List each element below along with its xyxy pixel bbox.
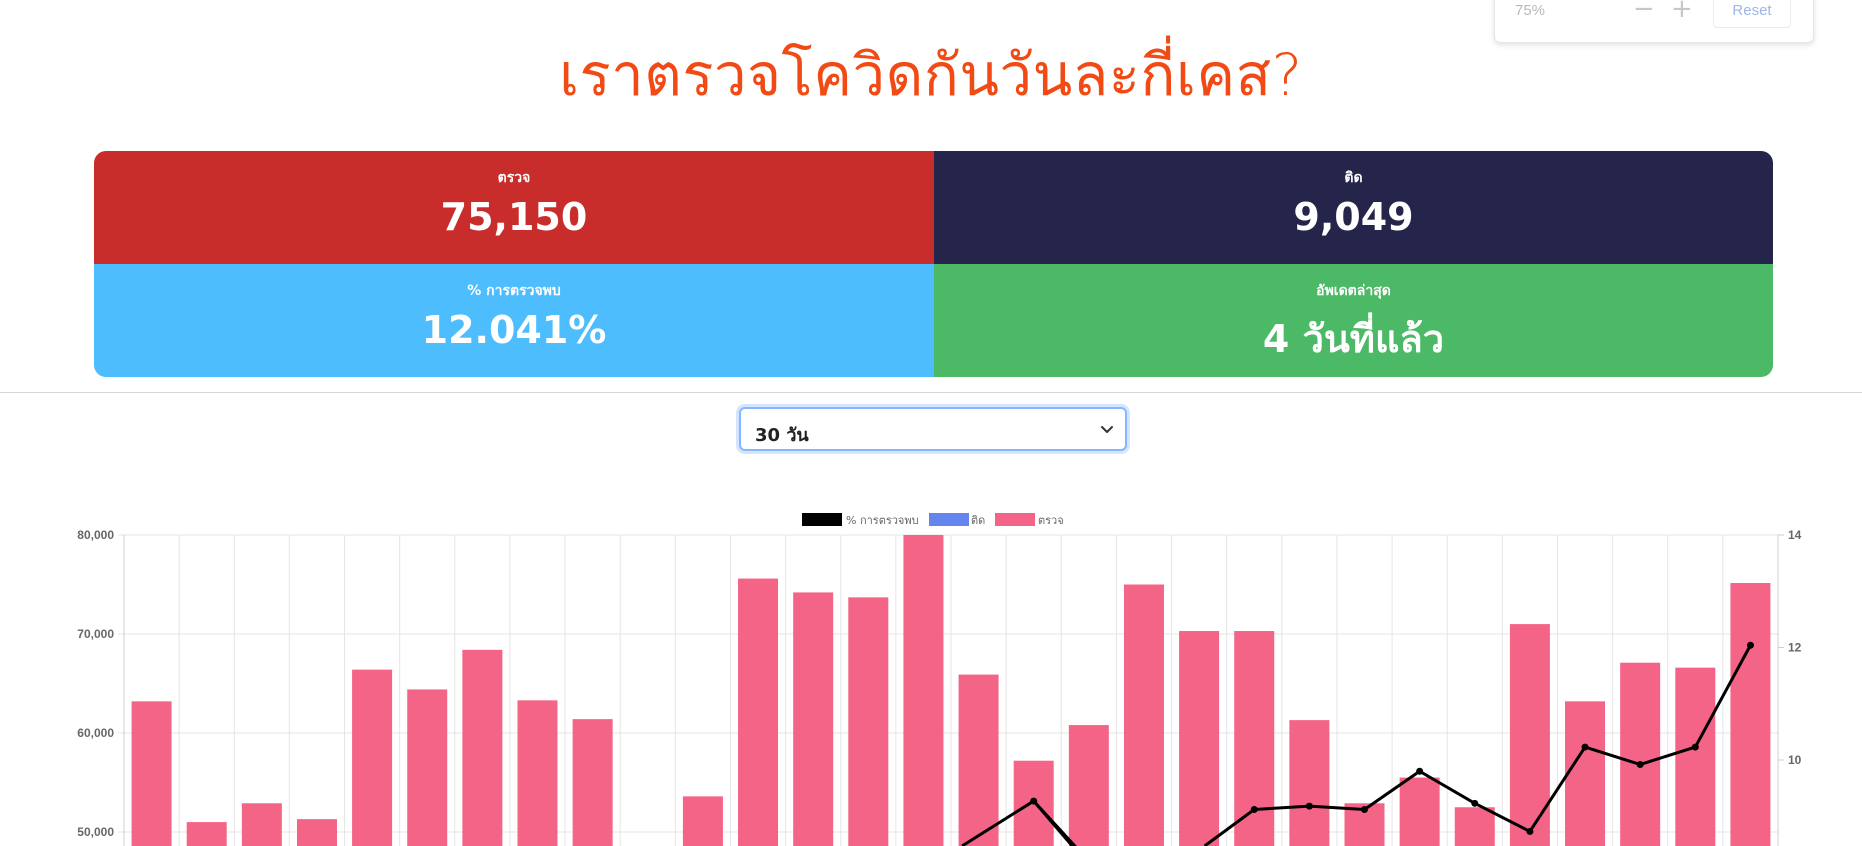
point-positive-rate — [1416, 767, 1424, 775]
zoom-level: 75% — [1515, 2, 1546, 19]
bar-tested — [1454, 807, 1495, 846]
y-axis-left: 80,000 70,000 60,000 50,000 — [77, 528, 114, 839]
bar-tested — [738, 578, 779, 846]
chart-legend: % การตรวจพบ ติด ตรวจ — [802, 513, 1064, 527]
point-positive-rate — [1030, 797, 1038, 805]
section-divider — [0, 392, 1862, 393]
legend-label[interactable]: ตรวจ — [1038, 514, 1064, 527]
bar-tested — [517, 700, 558, 846]
y-left-tick-label: 60,000 — [77, 726, 114, 740]
bar-tested — [352, 669, 393, 846]
y-left-tick-label: 80,000 — [77, 528, 114, 542]
y-right-tick-label: 10 — [1788, 753, 1802, 767]
stat-last-updated-value: 4 วันที่แล้ว — [1262, 317, 1445, 361]
bar-tested — [958, 674, 999, 846]
bar-tested — [1179, 631, 1220, 846]
bar-tested — [1123, 584, 1164, 846]
stat-tested-value: 75,150 — [440, 195, 588, 239]
date-range-value: 30 วัน — [755, 425, 809, 446]
chevron-down-icon — [1101, 426, 1113, 433]
bar-tested — [793, 592, 834, 846]
stat-last-updated-label: อัพเดตล่าสุด — [1316, 283, 1391, 299]
date-range-select[interactable]: 30 วัน — [739, 407, 1127, 451]
stat-infected: ติด 9,049 — [934, 151, 1773, 264]
point-positive-rate — [1581, 743, 1589, 751]
legend-label[interactable]: ติด — [971, 514, 985, 527]
point-positive-rate — [1361, 806, 1368, 813]
bar-tested — [682, 796, 723, 846]
y-right-tick-label: 14 — [1788, 528, 1802, 542]
daily-tests-chart: % การตรวจพบ ติด ตรวจ 80,000 70,000 60,000 50,… — [77, 513, 1802, 846]
point-positive-rate — [1250, 806, 1258, 813]
bar-tested — [903, 535, 944, 846]
bar-tested — [296, 819, 337, 846]
stat-tested-label: ตรวจ — [497, 170, 531, 186]
bar-tested — [462, 649, 503, 846]
bar-tested — [1399, 777, 1440, 846]
bar-tested — [1675, 667, 1716, 846]
bar-tested — [1730, 583, 1771, 846]
stats-panel: ตรวจ 75,150 ติด 9,049 % การตรวจพบ 12.041… — [94, 151, 1773, 377]
zoom-reset-button[interactable]: Reset — [1713, 0, 1791, 28]
legend-swatch[interactable] — [929, 513, 969, 526]
legend-swatch[interactable] — [995, 513, 1035, 526]
zoom-in-button[interactable]: + — [1671, 0, 1693, 24]
stat-positive-rate-value: 12.041% — [421, 308, 607, 352]
point-positive-rate — [1691, 743, 1699, 751]
bar-tested — [131, 701, 172, 846]
legend-label[interactable]: % การตรวจพบ — [846, 514, 919, 527]
bar-tested — [1565, 701, 1606, 846]
bar-tested — [407, 689, 448, 846]
stat-last-updated: อัพเดตล่าสุด 4 วันที่แล้ว — [934, 264, 1773, 377]
point-positive-rate — [1636, 761, 1644, 768]
stat-positive-rate-label: % การตรวจพบ — [467, 283, 561, 299]
point-positive-rate — [1305, 802, 1313, 810]
y-right-tick-label: 12 — [1788, 641, 1802, 655]
stat-infected-label: ติด — [1344, 170, 1363, 186]
y-axis-right: 14 12 10 — [1778, 528, 1802, 767]
page-title: เราตรวจโควิดกันวันละกี่เคส? — [559, 41, 1303, 109]
bar-tested — [572, 719, 613, 846]
point-positive-rate — [1746, 641, 1754, 649]
bar-tested — [241, 803, 282, 846]
legend-swatch[interactable] — [802, 513, 842, 526]
bar-tested — [848, 597, 889, 846]
stat-infected-value: 9,049 — [1293, 195, 1414, 239]
zoom-out-button[interactable]: − — [1633, 0, 1655, 24]
point-positive-rate — [1471, 799, 1479, 807]
stat-positive-rate: % การตรวจพบ 12.041% — [94, 264, 934, 377]
bar-tested — [1620, 662, 1661, 846]
bar-tested — [1289, 720, 1330, 846]
bar-tested — [1234, 631, 1275, 846]
stat-tested: ตรวจ 75,150 — [94, 151, 934, 264]
y-left-tick-label: 50,000 — [77, 825, 114, 839]
y-left-tick-label: 70,000 — [77, 627, 114, 641]
point-positive-rate — [1526, 827, 1534, 835]
bar-tested — [186, 822, 227, 846]
bar-tested — [1068, 725, 1109, 846]
